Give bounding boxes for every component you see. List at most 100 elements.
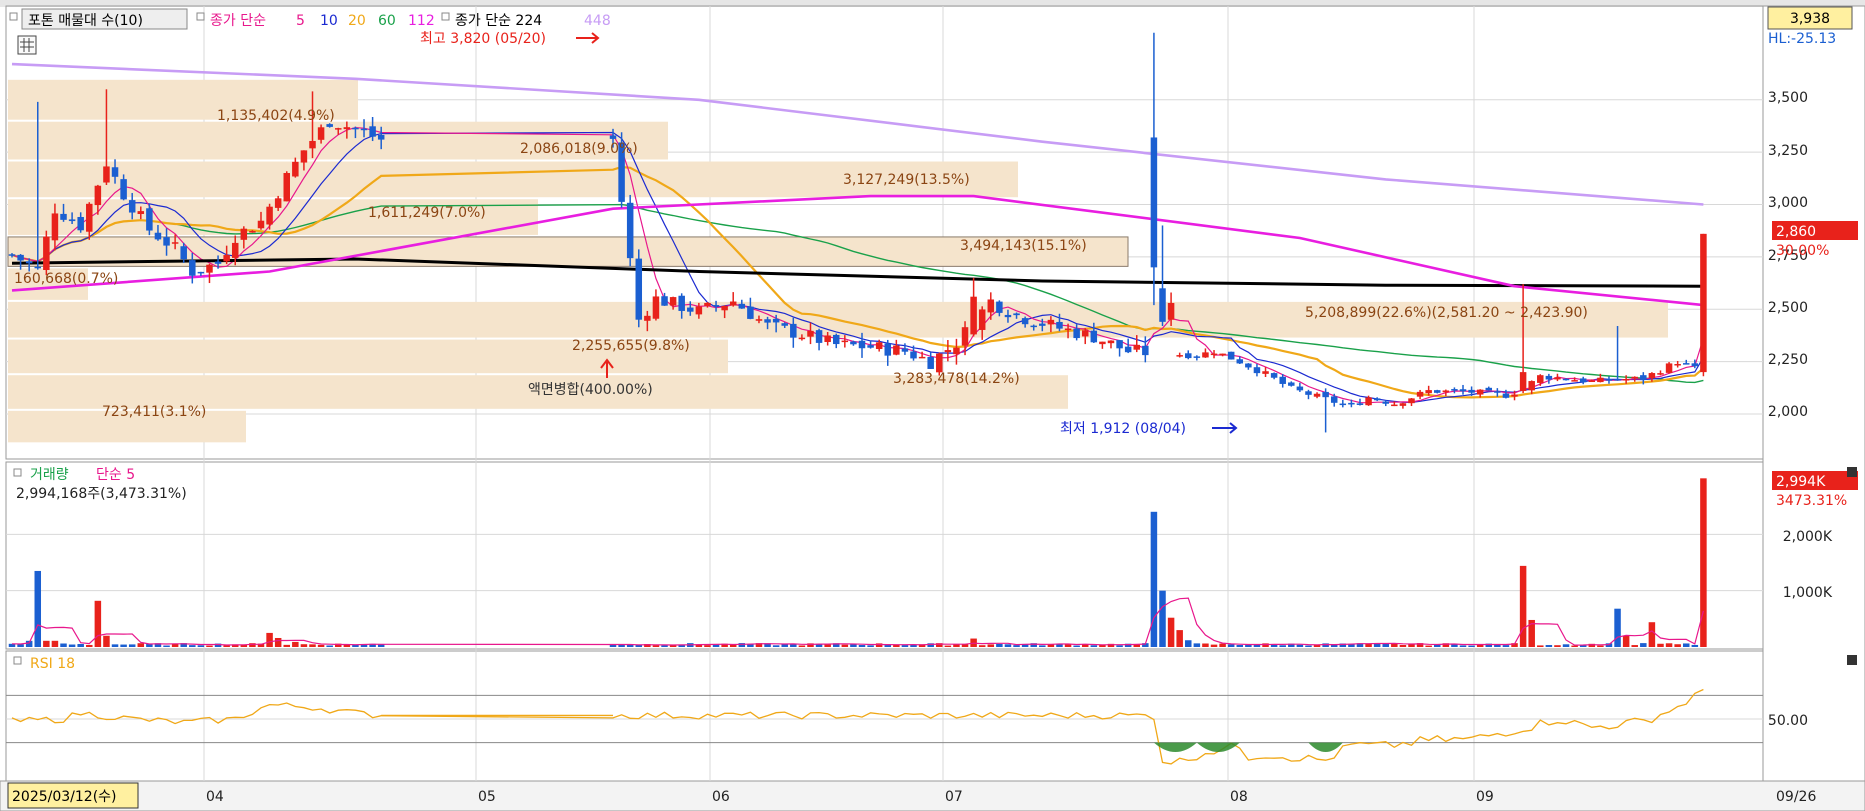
candle-body (77, 216, 84, 231)
volume-legend-ma: 단순 5 (96, 467, 135, 483)
volume-bar (1537, 645, 1544, 647)
price-tick: 2,250 (1768, 352, 1808, 368)
candle-body (283, 173, 290, 202)
candle-body (1167, 302, 1175, 320)
candle-body (1434, 390, 1441, 393)
volume-bar (51, 640, 59, 647)
vp-label: 1,611,249(7.0%) (368, 205, 486, 221)
candle-body (987, 299, 995, 313)
volume-bar (978, 645, 986, 647)
volume-bar (609, 644, 617, 647)
volume-bar (1305, 645, 1312, 647)
candle-body (850, 341, 857, 345)
candle-body (1021, 318, 1029, 325)
volume-bar (111, 644, 119, 647)
candle-body (1081, 330, 1089, 337)
candle-body (1425, 390, 1432, 394)
candle-body (154, 232, 162, 240)
volume-bar (326, 645, 333, 647)
volume-bar (1519, 565, 1527, 647)
candle-body (1528, 381, 1535, 391)
candle-body (832, 334, 840, 345)
candle-body (1090, 330, 1098, 343)
grid-table-icon[interactable] (17, 35, 37, 55)
candle-body (626, 202, 634, 259)
candle-body (1185, 353, 1192, 359)
volume-summary: 2,994,168주(3,473.31%) (16, 486, 187, 502)
candle-body (1622, 379, 1630, 381)
candle-body (369, 126, 376, 137)
candle-body (240, 228, 248, 240)
last-change: 30.00% (1776, 243, 1829, 259)
candle-body (1202, 352, 1209, 358)
volume-bar (1176, 630, 1183, 647)
volume-bar (652, 645, 660, 647)
ma112-legend: 112 (408, 13, 435, 29)
volume-bar (86, 644, 93, 647)
candle-body (1519, 372, 1527, 391)
candle-body (738, 303, 746, 309)
candle-body (1485, 387, 1493, 391)
volume-bar (206, 645, 213, 647)
candle-body (120, 179, 127, 200)
vp-label: 160,668(0.7%) (14, 271, 118, 287)
candle-body (206, 264, 213, 273)
volume-bar (1159, 590, 1166, 647)
volume-bar (60, 643, 67, 647)
candle-body (901, 348, 909, 352)
vp-label: 3,127,249(13.5%) (843, 172, 970, 188)
candle-body (1099, 341, 1106, 345)
volume-bar (850, 644, 857, 647)
candle-body (936, 353, 943, 373)
volume-bar (1614, 608, 1621, 647)
price-tick: 3,500 (1768, 90, 1808, 106)
price-tick: 2,000 (1768, 404, 1808, 420)
candle-body (300, 150, 308, 163)
candle-body (309, 140, 316, 149)
volume-bar (317, 644, 325, 647)
volume-bar (987, 644, 995, 647)
close-icon[interactable] (1847, 655, 1857, 665)
volume-bar (729, 644, 737, 647)
volume-bar (1245, 645, 1252, 647)
volume-bar (841, 644, 849, 647)
volume-bar (274, 637, 282, 647)
rsi-legend-label: RSI 18 (30, 656, 75, 672)
candle-body (1554, 377, 1561, 380)
candle-body (17, 254, 24, 261)
volume-bar (1648, 622, 1656, 647)
stock-chart[interactable]: 1,135,402(4.9%) 2,086,018(9.0%) 3,127,24… (0, 0, 1865, 811)
volume-bar (1013, 645, 1020, 647)
candle-body (1279, 376, 1286, 384)
volume-bar (1004, 644, 1012, 647)
candle-body (695, 306, 703, 315)
volume-bar (772, 645, 780, 647)
candle-body (1476, 389, 1484, 395)
candle-body (1322, 391, 1329, 398)
volume-bar (300, 644, 308, 647)
candle-body (1588, 380, 1596, 382)
candle-body (1219, 353, 1226, 356)
candle-body (1262, 371, 1269, 374)
volume-bar (189, 645, 196, 647)
volume-bar (1640, 643, 1647, 647)
candle-body (815, 330, 823, 343)
volume-bar (223, 645, 230, 647)
candle-body (755, 319, 763, 321)
last-volume: 2,994K (1776, 474, 1826, 490)
volume-bar (1571, 645, 1578, 647)
volume-bar (68, 644, 76, 647)
candle-body (1665, 363, 1673, 373)
candle-body (1562, 378, 1570, 381)
ma448-legend: 448 (584, 13, 611, 29)
candle-body (1579, 378, 1587, 383)
candle-body (249, 231, 256, 233)
close-icon[interactable] (1847, 467, 1857, 477)
candle-body (712, 305, 720, 307)
candle-body (953, 347, 960, 355)
volume-bar (1210, 644, 1218, 647)
ma5-legend: 5 (296, 13, 305, 29)
candle-body (231, 242, 239, 258)
candle-body (180, 246, 187, 260)
volume-bar (704, 645, 711, 647)
